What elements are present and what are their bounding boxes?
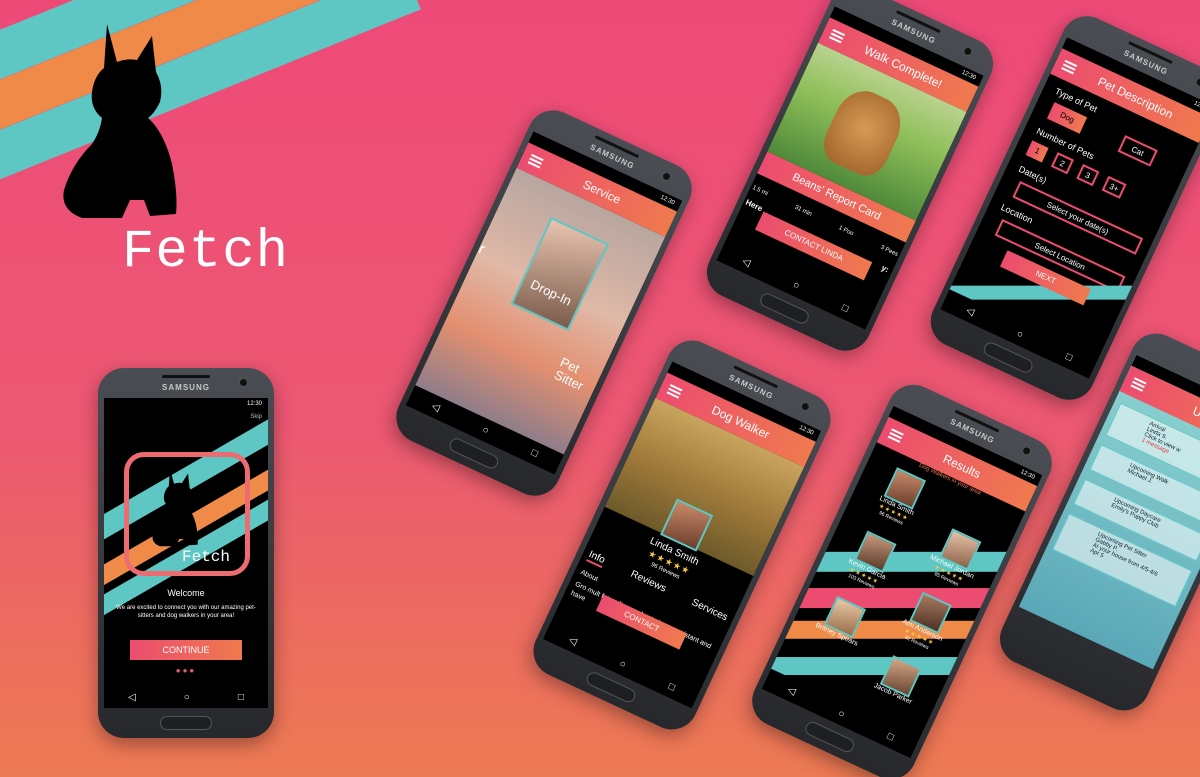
brand-name: Fetch xyxy=(122,222,290,283)
menu-icon[interactable] xyxy=(828,28,846,44)
home-icon[interactable]: ○ xyxy=(618,658,628,671)
dog-in-photo xyxy=(816,82,911,183)
french-bulldog-logo-icon xyxy=(63,24,177,218)
time-stat: 31 min xyxy=(793,204,813,218)
menu-icon[interactable] xyxy=(887,428,904,443)
home-icon[interactable]: ○ xyxy=(481,424,491,437)
home-icon[interactable]: ○ xyxy=(836,707,846,720)
number-option[interactable]: 1 xyxy=(1025,140,1049,163)
menu-icon[interactable] xyxy=(666,384,683,399)
back-icon[interactable]: ◁ xyxy=(786,684,798,697)
welcome-screen: 12:30 Skip Fetch Welcome We are excited … xyxy=(104,398,268,686)
home-icon[interactable]: ○ xyxy=(184,692,190,703)
nav-bar: ◁ ○ □ xyxy=(104,686,268,708)
cat-option[interactable]: Cat xyxy=(1117,135,1158,167)
recent-apps-icon[interactable]: □ xyxy=(840,302,850,315)
here-suffix: y: xyxy=(880,263,891,275)
pee-stat: 3 Pees xyxy=(879,244,899,259)
recent-apps-icon[interactable]: □ xyxy=(530,447,540,460)
welcome-body: We are excited to connect you with our a… xyxy=(116,605,256,619)
poo-stat: 1 Poo xyxy=(837,225,855,238)
welcome-dog-icon xyxy=(152,468,198,547)
welcome-title: Welcome xyxy=(167,588,205,598)
number-option[interactable]: 2 xyxy=(1050,152,1074,175)
continue-button[interactable]: CONTINUE xyxy=(130,640,242,660)
phone-welcome: SAMSUNG 12:30 Skip Fetch Welcome We are … xyxy=(98,368,274,738)
recent-apps-icon[interactable]: □ xyxy=(667,681,677,694)
recent-apps-icon[interactable]: □ xyxy=(238,692,244,703)
back-icon[interactable]: ◁ xyxy=(741,255,753,268)
home-icon[interactable]: ○ xyxy=(791,279,801,292)
home-icon[interactable]: ○ xyxy=(1015,328,1025,341)
back-icon[interactable]: ◁ xyxy=(964,304,976,317)
about-label: About xyxy=(579,569,599,584)
contact-button[interactable]: CONTACT xyxy=(595,594,687,650)
distance-stat: 1.5 mi xyxy=(751,184,769,198)
back-icon[interactable]: ◁ xyxy=(128,692,136,703)
service-tile-label: Drop-In xyxy=(528,276,574,309)
back-icon[interactable]: ◁ xyxy=(430,400,442,413)
result-card[interactable]: Michael Jordan ★★★★★ 85 Reviews xyxy=(913,520,998,597)
number-option[interactable]: 3+ xyxy=(1101,175,1127,199)
home-button[interactable] xyxy=(160,716,212,730)
page-dots: ●●● xyxy=(175,666,197,675)
status-time: 12:30 xyxy=(104,398,268,410)
number-option[interactable]: 3 xyxy=(1076,164,1100,187)
camera-icon xyxy=(239,378,248,387)
recent-apps-icon[interactable]: □ xyxy=(1064,351,1074,364)
upcoming-screen: 12:30 U Arrival Linda S. Click to view w… xyxy=(1018,354,1200,670)
recent-apps-icon[interactable]: □ xyxy=(885,730,895,743)
menu-icon[interactable] xyxy=(527,153,544,169)
back-icon[interactable]: ◁ xyxy=(567,634,579,647)
welcome-logo-text: Fetch xyxy=(182,548,231,566)
skip-link[interactable]: Skip xyxy=(250,414,262,420)
menu-icon[interactable] xyxy=(1130,377,1147,392)
tab-info[interactable]: Info xyxy=(586,549,607,568)
here-label: Here xyxy=(744,197,765,214)
menu-icon[interactable] xyxy=(1061,59,1078,75)
